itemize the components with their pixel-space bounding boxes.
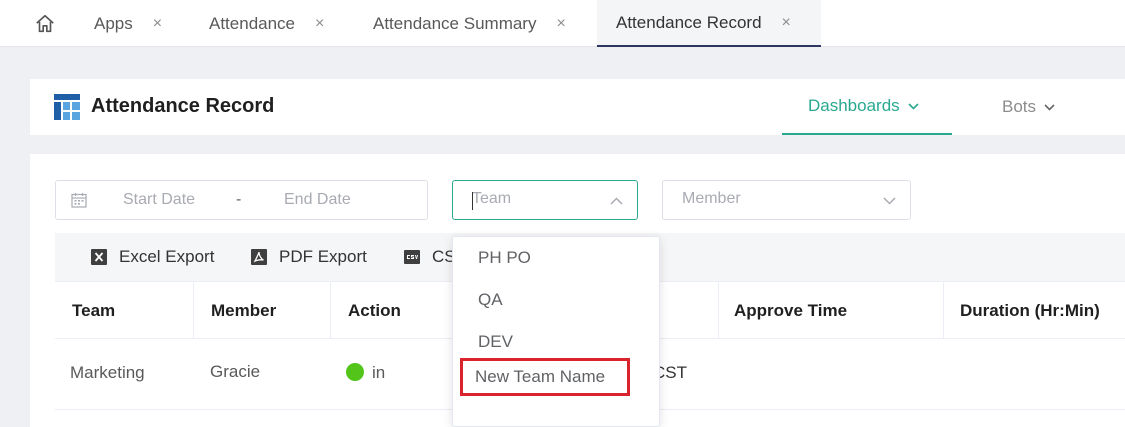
tab-label: Apps (94, 13, 133, 33)
pdf-icon (251, 249, 267, 265)
team-dropdown: PH PO QA DEV New Team Name (452, 236, 660, 427)
close-icon[interactable]: × (782, 14, 791, 32)
tab-bar: Apps × Attendance × Attendance Summary ×… (0, 0, 1125, 47)
chevron-up-icon (610, 197, 623, 205)
date-separator: - (236, 191, 242, 208)
column-header-approve-time[interactable]: Approve Time (718, 282, 944, 339)
csv-icon (404, 250, 420, 264)
pdf-export-label: PDF Export (279, 247, 367, 266)
tab-attendance-record[interactable]: Attendance Record × (597, 0, 821, 47)
excel-export-label: Excel Export (119, 247, 215, 266)
member-input[interactable] (682, 190, 802, 208)
home-icon[interactable] (34, 13, 56, 35)
close-icon[interactable]: × (153, 15, 162, 33)
team-option-dev[interactable]: DEV (453, 322, 659, 362)
cell-member: Gracie (210, 362, 261, 381)
end-date-input[interactable]: End Date (284, 191, 351, 209)
team-option-new-team-name[interactable]: New Team Name (460, 358, 630, 396)
tab-label: Attendance Summary (373, 13, 537, 33)
close-icon[interactable]: × (556, 15, 565, 33)
team-select[interactable] (452, 180, 638, 220)
table-grid-icon (54, 94, 80, 120)
start-date-input[interactable]: Start Date (123, 191, 195, 209)
team-option-ph-po[interactable]: PH PO (453, 238, 659, 278)
tab-attendance-summary[interactable]: Attendance Summary × (373, 0, 566, 47)
column-header-member[interactable]: Member (194, 282, 331, 339)
pdf-export-button[interactable]: PDF Export (251, 233, 367, 281)
column-header-team[interactable]: Team (55, 282, 194, 339)
chevron-down-icon (908, 102, 919, 110)
cell-team: Marketing (70, 363, 145, 382)
date-range-picker[interactable]: Start Date - End Date (55, 180, 428, 220)
status-dot-icon (346, 363, 364, 381)
nav-dashboards[interactable]: Dashboards (782, 79, 952, 135)
excel-export-button[interactable]: Excel Export (91, 233, 214, 281)
cell-action: in (346, 363, 385, 383)
excel-icon (91, 249, 107, 265)
column-header-duration[interactable]: Duration (Hr:Min) (944, 282, 1125, 339)
tab-apps[interactable]: Apps × (94, 0, 162, 47)
calendar-icon (71, 193, 87, 208)
tab-label: Attendance Record (616, 12, 762, 32)
chevron-down-icon (1044, 103, 1055, 111)
close-icon[interactable]: × (315, 15, 324, 33)
nav-label: Dashboards (808, 96, 900, 115)
tab-label: Attendance (209, 13, 296, 33)
text-cursor (472, 192, 473, 210)
page-title: Attendance Record (91, 95, 275, 117)
page-header: Attendance Record Dashboards Bots (30, 79, 1125, 135)
nav-label: Bots (1002, 97, 1037, 116)
member-select[interactable] (662, 180, 911, 220)
chevron-down-icon (883, 197, 896, 205)
csv-export-button[interactable]: CS (404, 233, 456, 281)
tab-attendance[interactable]: Attendance × (209, 0, 324, 47)
action-label: in (372, 363, 386, 382)
nav-bots[interactable]: Bots (1002, 79, 1055, 135)
team-input[interactable] (472, 190, 592, 208)
team-option-qa[interactable]: QA (453, 280, 659, 320)
